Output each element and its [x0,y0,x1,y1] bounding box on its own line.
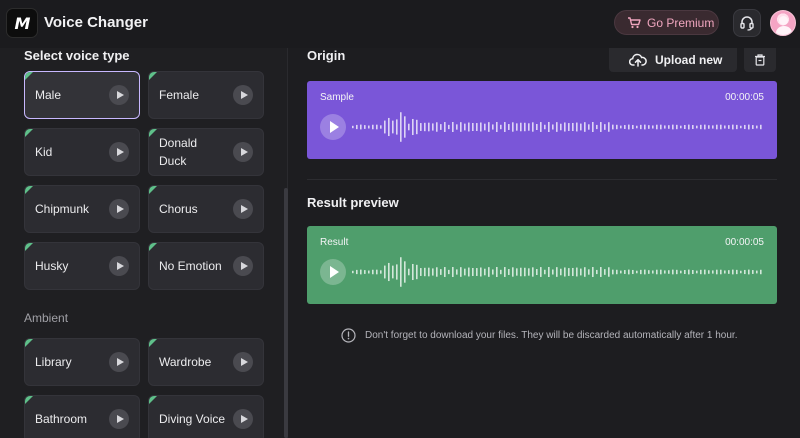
cloud-upload-icon [629,53,647,67]
voice-card-label: Donald Duck [159,136,198,168]
voice-card-bathroom[interactable]: Bathroom [24,395,140,438]
go-premium-label: Go Premium [647,15,715,30]
voice-card-label: No Emotion [159,259,222,273]
play-icon [116,205,124,213]
play-icon [240,91,248,99]
voice-card-library[interactable]: Library [24,338,140,386]
result-label: Result [320,237,349,248]
play-preview-button[interactable] [233,199,253,219]
play-preview-button[interactable] [109,85,129,105]
voice-card-label: Diving Voice [159,412,226,426]
upload-new-button[interactable]: Upload new [609,48,737,72]
sidebar-title: Select voice type [24,48,130,63]
result-play-button[interactable] [320,259,346,285]
sample-play-button[interactable] [320,114,346,140]
voice-card-no-emotion[interactable]: No Emotion [148,242,264,290]
voice-card-label: Bathroom [35,412,88,426]
play-preview-button[interactable] [233,142,253,162]
tag-corner [149,339,157,347]
ambient-section-label: Ambient [24,311,69,325]
play-icon [116,148,124,156]
result-audio-card: Result 00:00:05 [307,226,777,304]
play-preview-button[interactable] [109,142,129,162]
notice-text: Don't forget to download your files. The… [365,330,738,341]
info-icon [341,328,356,343]
tag-corner [149,129,157,137]
play-icon [240,262,248,270]
tag-corner [25,72,33,80]
cart-icon [628,16,641,28]
play-preview-button[interactable] [233,352,253,372]
play-preview-button[interactable] [233,85,253,105]
tag-corner [149,72,157,80]
voice-card-label: Female [159,88,200,102]
voice-card-chipmunk[interactable]: Chipmunk [24,185,140,233]
voice-card-label: Chipmunk [35,202,90,216]
trash-icon [755,54,765,66]
tag-corner [25,339,33,347]
section-divider [307,179,777,180]
play-icon [240,415,248,423]
play-icon [330,121,339,133]
go-premium-button[interactable]: Go Premium [614,10,719,35]
play-icon [116,262,124,270]
voice-card-wardrobe[interactable]: Wardrobe [148,338,264,386]
voice-card-label: Husky [35,259,69,273]
play-preview-button[interactable] [109,199,129,219]
play-icon [330,266,339,278]
voice-card-chorus[interactable]: Chorus [148,185,264,233]
app-title: Voice Changer [44,14,148,31]
tag-corner [149,186,157,194]
user-avatar[interactable] [770,10,796,36]
play-icon [116,358,124,366]
play-icon [240,358,248,366]
voice-card-husky[interactable]: Husky [24,242,140,290]
tag-corner [25,243,33,251]
play-icon [240,205,248,213]
origin-title: Origin [307,48,346,63]
play-preview-button[interactable] [233,409,253,429]
delete-button[interactable] [744,48,776,72]
voice-card-label: Kid [35,145,53,159]
result-duration: 00:00:05 [725,237,764,248]
voice-card-donald-duck[interactable]: Donald Duck [148,128,264,176]
play-icon [240,148,248,156]
result-preview-title: Result preview [307,195,399,210]
voice-type-sidebar: Select voice type Male Female Kid Donald… [0,48,288,438]
main-panel: Origin Upload new Sample 00:00:05 Result… [288,48,800,438]
voice-card-label: Chorus [159,202,198,216]
play-icon [116,91,124,99]
tag-corner [25,396,33,404]
voice-card-label: Wardrobe [159,355,212,369]
logo-text: M [14,13,31,33]
play-icon [116,415,124,423]
voice-card-diving-voice[interactable]: Diving Voice [148,395,264,438]
tag-corner [149,243,157,251]
result-waveform[interactable] [352,256,764,288]
support-button[interactable] [733,9,761,37]
headset-icon [740,16,754,31]
tag-corner [25,129,33,137]
sample-audio-card: Sample 00:00:05 [307,81,777,159]
sample-label: Sample [320,92,354,103]
upload-new-label: Upload new [655,53,723,67]
voice-card-label: Library [35,355,72,369]
retention-notice: Don't forget to download your files. The… [341,328,737,343]
voice-card-female[interactable]: Female [148,71,264,119]
tag-corner [149,396,157,404]
play-preview-button[interactable] [233,256,253,276]
voice-card-label: Male [35,88,62,102]
play-preview-button[interactable] [109,409,129,429]
tag-corner [25,186,33,194]
play-preview-button[interactable] [109,256,129,276]
voice-card-male[interactable]: Male [24,71,140,119]
sample-duration: 00:00:05 [725,92,764,103]
voice-card-kid[interactable]: Kid [24,128,140,176]
play-preview-button[interactable] [109,352,129,372]
sample-waveform[interactable] [352,111,764,143]
app-logo[interactable]: M [6,8,38,38]
top-bar: M Voice Changer Go Premium [0,0,800,48]
